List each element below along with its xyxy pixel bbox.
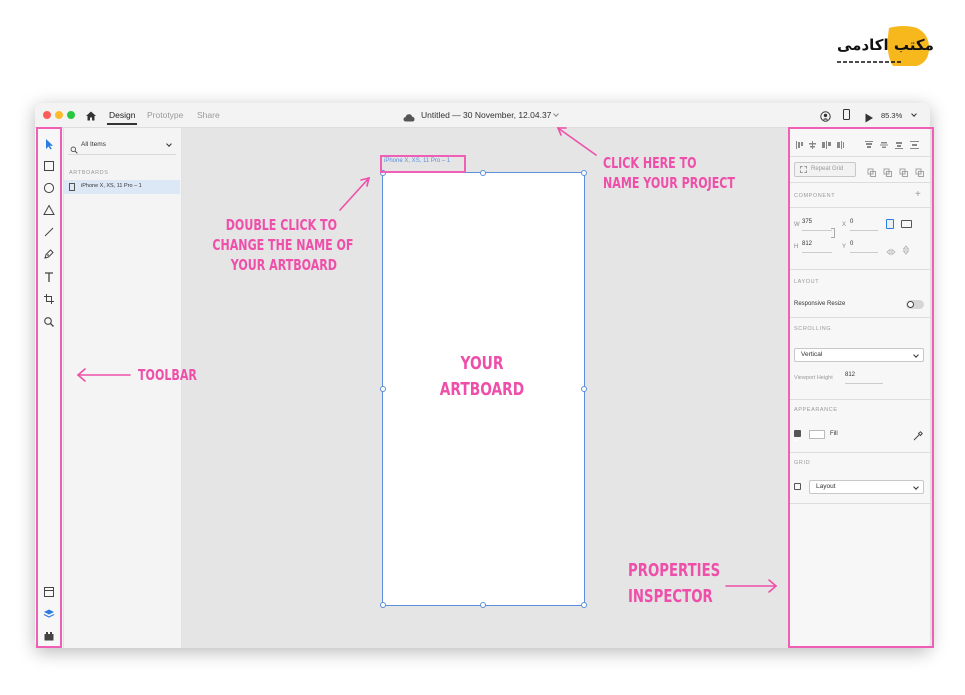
- rename-annotation-line-3: YOUR ARTBOARD: [230, 256, 337, 274]
- artboard-annotation: YOUR ARTBOARD: [432, 351, 532, 403]
- name-project-annotation: CLICK HERE TO NAME YOUR PROJECT: [603, 153, 764, 193]
- project-annotation-line-2: NAME YOUR PROJECT: [603, 174, 735, 192]
- rename-annotation-line-2: CHANGE THE NAME OF: [212, 236, 354, 254]
- rename-artboard-annotation: DOUBLE CLICK TO CHANGE THE NAME OF YOUR …: [185, 215, 354, 275]
- artboard-annotation-line-1: YOUR: [460, 353, 504, 374]
- annotation-arrows: [76, 127, 778, 593]
- inspector-annotation-line-2: INSPECTOR: [628, 586, 713, 607]
- inspector-annotation-line-1: PROPERTIES: [628, 560, 721, 581]
- artboard-annotation-line-2: ARTBOARD: [439, 379, 525, 400]
- toolbar-annotation: TOOLBAR: [138, 366, 197, 384]
- rename-annotation-line-1: DOUBLE CLICK TO: [225, 216, 337, 234]
- properties-inspector-annotation: PROPERTIES INSPECTOR: [628, 558, 741, 610]
- project-annotation-line-1: CLICK HERE TO: [603, 154, 697, 172]
